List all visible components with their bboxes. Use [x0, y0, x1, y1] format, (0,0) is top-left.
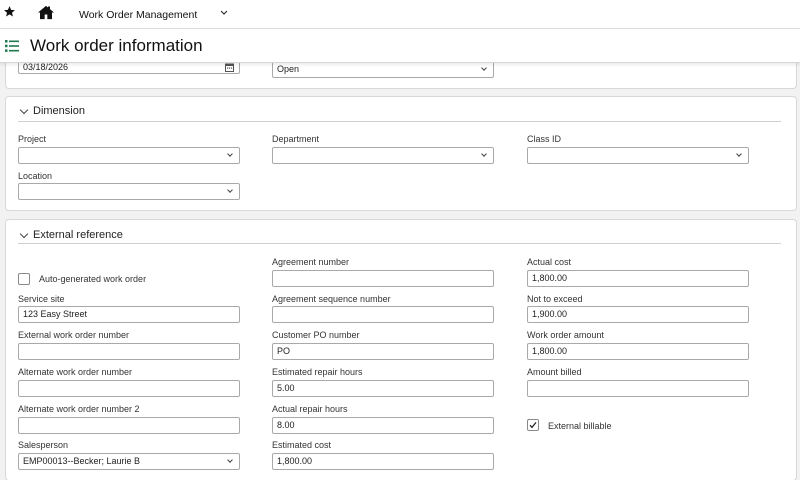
checkmark-icon [529, 421, 537, 429]
list-menu-icon[interactable] [5, 40, 19, 52]
agreement-number-label: Agreement number [272, 257, 350, 267]
service-site-input[interactable]: 123 Easy Street [18, 306, 240, 323]
actual-repair-hours-input[interactable]: 8.00 [272, 417, 494, 434]
actual-repair-hours-label: Actual repair hours [272, 404, 348, 414]
actual-repair-hours-value: 8.00 [277, 420, 295, 430]
alternate-wo-number-2-input[interactable] [18, 417, 240, 434]
external-billable-checkbox[interactable] [527, 419, 539, 431]
work-order-amount-label: Work order amount [527, 330, 604, 340]
class-id-label: Class ID [527, 134, 562, 144]
external-reference-section-title[interactable]: External reference [33, 229, 123, 241]
top-nav-bar: Work Order Management [0, 0, 800, 29]
customer-po-number-value: PO [277, 346, 291, 356]
agreement-sequence-number-input[interactable] [272, 306, 494, 323]
star-icon[interactable] [3, 5, 16, 19]
class-id-select[interactable] [527, 147, 749, 164]
customer-po-number-input[interactable]: PO [272, 343, 494, 360]
department-label: Department [272, 134, 320, 144]
service-site-label: Service site [18, 294, 65, 304]
location-select[interactable] [18, 183, 240, 200]
department-select[interactable] [272, 147, 494, 164]
alternate-wo-number-2-label: Alternate work order number 2 [18, 404, 140, 414]
agreement-number-input[interactable] [272, 270, 494, 287]
external-wo-number-input[interactable] [18, 343, 240, 360]
auto-generated-checkbox[interactable] [18, 273, 30, 285]
salesperson-value: EMP00013--Becker; Laurie B [23, 456, 141, 466]
actual-cost-label: Actual cost [527, 257, 572, 267]
auto-generated-label: Auto-generated work order [39, 274, 147, 284]
actual-cost-value: 1,800.00 [532, 273, 568, 283]
estimated-repair-hours-value: 5.00 [277, 383, 295, 393]
salesperson-label: Salesperson [18, 440, 69, 450]
project-select[interactable] [18, 147, 240, 164]
page-title-bar: Work order information [0, 29, 800, 63]
work-order-amount-input[interactable]: 1,800.00 [527, 343, 749, 360]
estimated-repair-hours-input[interactable]: 5.00 [272, 380, 494, 397]
alternate-wo-number-label: Alternate work order number [18, 367, 133, 377]
customer-po-number-label: Customer PO number [272, 330, 360, 340]
amount-billed-label: Amount billed [527, 367, 582, 377]
work-order-amount-value: 1,800.00 [532, 346, 568, 356]
location-label: Location [18, 171, 53, 181]
chevron-down-icon[interactable] [220, 8, 228, 16]
estimated-cost-input[interactable]: 1,800.00 [272, 453, 494, 470]
section-divider [18, 121, 781, 122]
status-select[interactable]: Open [272, 61, 494, 78]
not-to-exceed-value: 1,900.00 [532, 309, 568, 319]
estimated-cost-value: 1,800.00 [277, 456, 313, 466]
calendar-icon[interactable] [225, 63, 234, 72]
estimated-repair-hours-label: Estimated repair hours [272, 367, 363, 377]
estimated-cost-label: Estimated cost [272, 440, 332, 450]
section-divider [18, 243, 781, 244]
date-value: 03/18/2026 [23, 62, 69, 72]
home-icon[interactable] [38, 5, 54, 20]
not-to-exceed-label: Not to exceed [527, 294, 583, 304]
external-wo-number-label: External work order number [18, 330, 130, 340]
app-name[interactable]: Work Order Management [79, 9, 197, 21]
dimension-section-title[interactable]: Dimension [33, 105, 85, 117]
not-to-exceed-input[interactable]: 1,900.00 [527, 306, 749, 323]
service-site-value: 123 Easy Street [23, 309, 88, 319]
agreement-sequence-number-label: Agreement sequence number [272, 294, 391, 304]
external-billable-label: External billable [548, 421, 612, 431]
actual-cost-input[interactable]: 1,800.00 [527, 270, 749, 287]
page-title: Work order information [30, 36, 203, 55]
salesperson-select[interactable]: EMP00013--Becker; Laurie B [18, 453, 240, 470]
alternate-wo-number-input[interactable] [18, 380, 240, 397]
status-value: Open [277, 64, 300, 74]
project-label: Project [18, 134, 47, 144]
amount-billed-input[interactable] [527, 380, 749, 397]
